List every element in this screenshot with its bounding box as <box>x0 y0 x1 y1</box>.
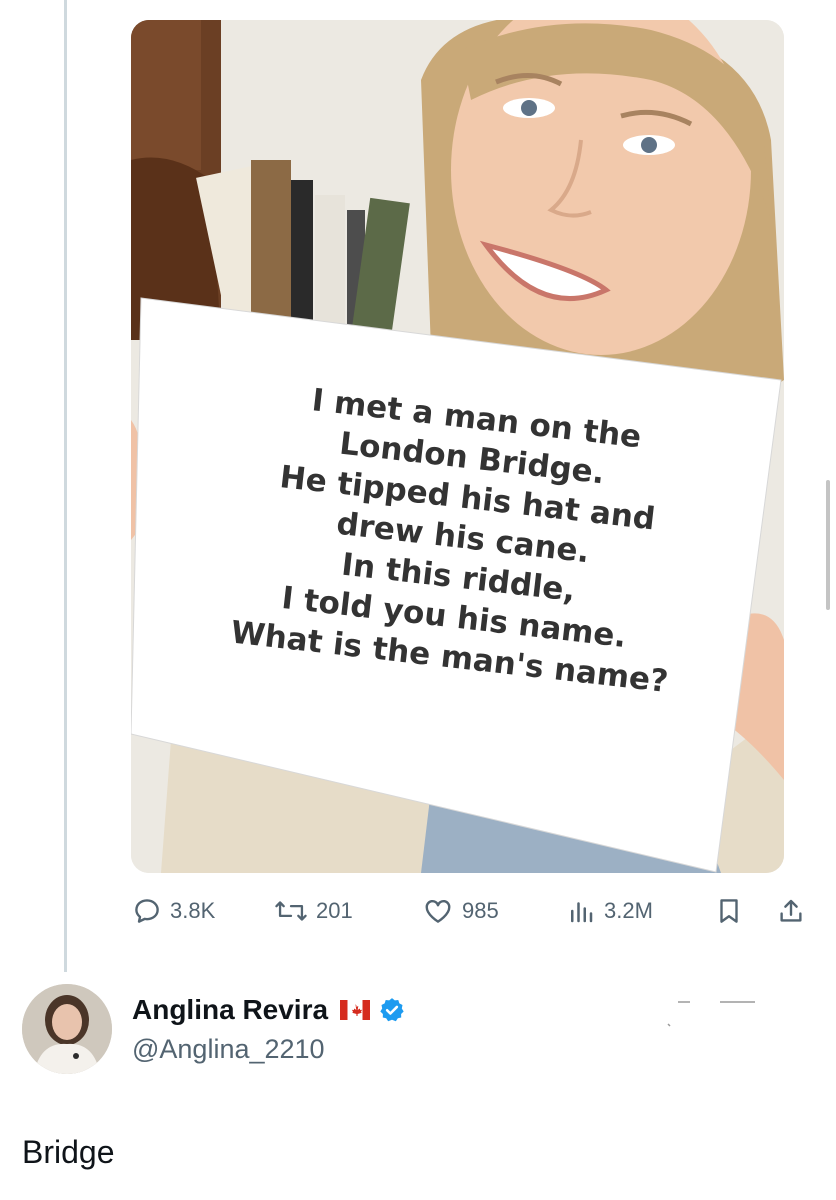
reply-button[interactable]: 3.8K <box>132 890 215 932</box>
like-button[interactable]: 985 <box>422 890 499 932</box>
share-upload-icon <box>780 899 802 922</box>
repost-arrows-icon <box>275 901 307 921</box>
scrollbar[interactable] <box>826 480 830 610</box>
bookmark-button[interactable] <box>714 890 752 932</box>
post-action-bar: 3.8K 201 985 3.2M <box>132 890 822 932</box>
heart-icon <box>425 899 451 923</box>
views-button[interactable]: 3.2M <box>566 890 653 932</box>
bar-chart-icon <box>571 902 593 923</box>
view-count: 3.2M <box>604 898 653 923</box>
reply-header: Anglina Revira @Anglina_2210 <box>22 984 822 1084</box>
repost-button[interactable]: 201 <box>274 890 353 932</box>
display-name[interactable]: Anglina Revira <box>132 994 328 1026</box>
faint-dash-marks <box>667 1001 755 1027</box>
user-handle[interactable]: @Anglina_2210 <box>132 1034 325 1065</box>
reply-name-row: Anglina Revira <box>132 994 406 1026</box>
like-count: 985 <box>462 898 499 923</box>
reply-count: 3.8K <box>170 898 216 923</box>
avatar[interactable] <box>22 984 112 1074</box>
repost-count: 201 <box>316 898 353 923</box>
avatar-portrait-icon <box>22 984 112 1074</box>
speech-bubble-icon <box>135 899 159 923</box>
share-button[interactable] <box>776 890 814 932</box>
verified-badge-icon <box>380 998 404 1022</box>
thread-connector-line <box>64 0 67 972</box>
bookmark-icon <box>720 899 738 923</box>
reply-text: Bridge <box>22 1134 115 1170</box>
canada-flag-icon <box>340 1000 371 1020</box>
